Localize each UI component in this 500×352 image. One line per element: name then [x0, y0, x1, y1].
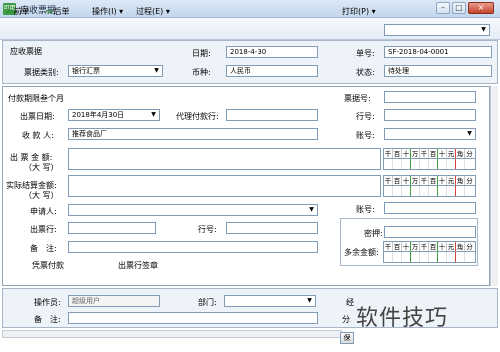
process-label: 过程(E)	[136, 7, 164, 16]
bank-no-field[interactable]	[384, 109, 476, 121]
payee-label: 收 款 人:	[22, 131, 54, 140]
account-label: 账号:	[356, 131, 375, 140]
ops-menu[interactable]: 操作(I) ▾	[92, 6, 123, 17]
applicant-label: 申请人:	[30, 207, 57, 216]
issue-amount-digit-header: 千百十万千百十元角分	[383, 148, 476, 159]
drawer-bank-label: 出票行:	[30, 225, 57, 234]
operator-field: 超级用户	[68, 295, 160, 307]
dept-label: 部门:	[198, 298, 217, 307]
account-dropdown[interactable]: ▼	[384, 128, 476, 140]
currency-label: 币种:	[192, 68, 211, 77]
bank-no2-label: 行号:	[198, 225, 217, 234]
surplus-label: 多余金额:	[344, 248, 379, 257]
applicant-dropdown[interactable]: ▼	[68, 204, 318, 216]
branch-label: 分	[342, 315, 350, 324]
prev-label: 前单	[13, 7, 30, 16]
issue-date-dropdown[interactable]: 2018年4月30日 ▼	[68, 109, 160, 121]
bill-no-label: 票据号:	[344, 94, 371, 103]
issue-amount-sub: （大 写）	[24, 163, 59, 172]
surplus-digit-field[interactable]	[383, 252, 476, 263]
bill-type-value: 银行汇票	[72, 67, 100, 75]
title-bar	[0, 0, 500, 18]
bill-type-label: 票据类别:	[24, 68, 59, 77]
date-label: 日期:	[192, 49, 211, 58]
voucher-label: 凭票付款	[32, 261, 64, 270]
print-label: 打印(P)	[342, 7, 370, 16]
chevron-down-icon: ▼	[309, 206, 314, 213]
dept-dropdown[interactable]: ▼	[224, 295, 316, 307]
footer-remark-label: 备 注:	[34, 315, 61, 324]
arrow-right-icon: ⇨	[46, 7, 54, 17]
maximize-button[interactable]: □	[452, 2, 466, 14]
horizontal-scrollbar[interactable]	[2, 330, 342, 338]
due-label: 付款期限叁个月	[8, 94, 64, 103]
process-menu[interactable]: 过程(E) ▾	[136, 6, 170, 17]
arrow-left-icon: ⇦	[6, 7, 14, 17]
chevron-down-icon: ▼	[151, 111, 156, 118]
print-menu[interactable]: 打印(P) ▾	[342, 6, 376, 17]
status-field: 待处理	[384, 65, 492, 77]
bank-no-label: 行号:	[356, 112, 375, 121]
save-button[interactable]: 保	[340, 332, 354, 344]
close-button[interactable]: ×	[468, 2, 494, 14]
agent-bank-field[interactable]	[226, 109, 318, 121]
agent-bank-label: 代理付款行:	[176, 112, 219, 121]
bill-type-dropdown[interactable]: 银行汇票 ▼	[68, 65, 163, 77]
watermark: 软件技巧	[356, 306, 449, 331]
section-title: 应收票据	[10, 47, 42, 56]
settle-amount-digit-header: 千百十万千百十元角分	[383, 175, 476, 186]
footer-remark-field[interactable]	[68, 312, 318, 324]
issue-date-label: 出票日期:	[20, 112, 55, 121]
ops-label: 操作(I)	[92, 7, 117, 16]
next-button[interactable]: ⇨后单	[46, 6, 70, 17]
issue-amount-words-field[interactable]	[68, 148, 381, 170]
bank-no2-field[interactable]	[226, 222, 318, 234]
issue-date-value: 2018年4月30日	[72, 111, 125, 119]
date-field[interactable]: 2018-4-30	[226, 46, 318, 58]
password-label: 密押:	[364, 229, 383, 238]
handler-label: 经	[346, 298, 354, 307]
issue-amount-digit-field[interactable]	[383, 159, 476, 170]
account2-field[interactable]	[384, 202, 476, 214]
chevron-down-icon: ▾	[116, 7, 124, 16]
chevron-down-icon: ▼	[307, 297, 312, 304]
chevron-down-icon: ▾	[163, 7, 170, 16]
number-label: 单号:	[356, 49, 375, 58]
chevron-down-icon: ▼	[154, 67, 159, 74]
chevron-down-icon: ▾	[369, 7, 376, 16]
payee-field[interactable]: 推荐食品厂	[68, 128, 318, 140]
remark-field[interactable]	[68, 241, 318, 253]
chevron-down-icon: ▼	[467, 130, 472, 137]
sign-label: 出票行签章	[118, 261, 158, 270]
settle-amount-digit-field[interactable]	[383, 186, 476, 197]
surplus-digit-header: 千百十万千百十元角分	[383, 241, 476, 252]
drawer-bank-field[interactable]	[68, 222, 156, 234]
vertical-scrollbar[interactable]	[490, 86, 498, 286]
settle-amount-words-field[interactable]	[68, 175, 381, 197]
currency-field[interactable]: 人民币	[226, 65, 318, 77]
prev-button[interactable]: ⇦前单	[6, 6, 30, 17]
account2-label: 账号:	[356, 205, 375, 214]
bill-no-field[interactable]	[384, 91, 476, 103]
remark-label: 备 注:	[30, 244, 57, 253]
chevron-down-icon: ▼	[481, 26, 486, 33]
password-field[interactable]	[384, 226, 476, 238]
number-field[interactable]: SF-2018-04-0001	[384, 46, 492, 58]
print-template-dropdown[interactable]: ▼	[384, 24, 490, 36]
settle-amount-sub: （大 写）	[24, 191, 59, 200]
status-label: 状态:	[356, 68, 375, 77]
minimize-button[interactable]: –	[436, 2, 450, 14]
next-label: 后单	[53, 7, 70, 16]
operator-label: 操作员:	[34, 298, 61, 307]
